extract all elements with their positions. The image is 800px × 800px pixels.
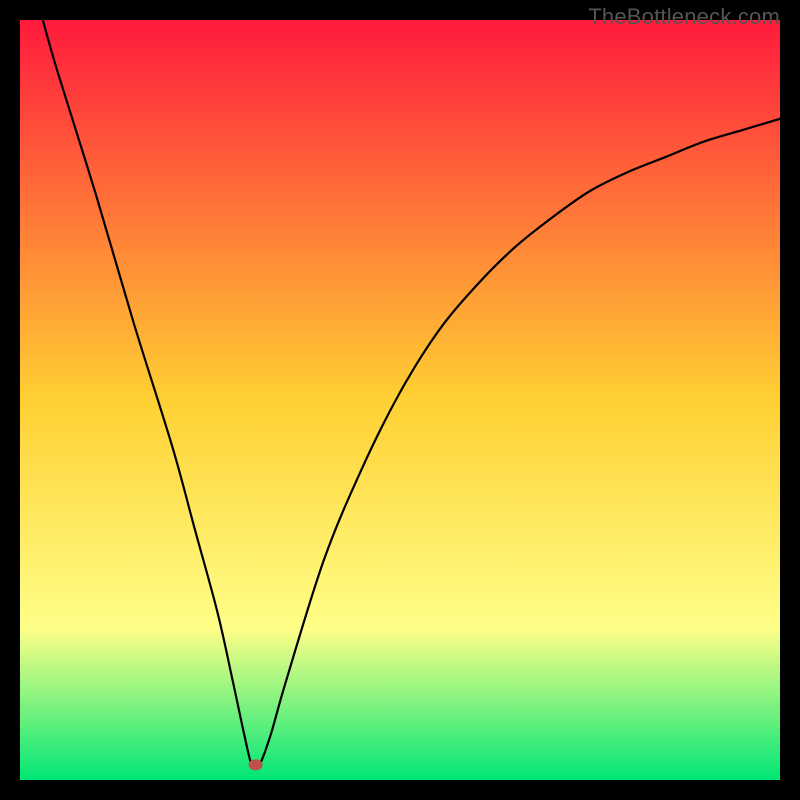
optimal-marker — [249, 759, 263, 770]
chart-frame: TheBottleneck.com — [0, 0, 800, 800]
plot-svg — [20, 20, 780, 780]
plot-area — [20, 20, 780, 780]
watermark-text: TheBottleneck.com — [588, 4, 780, 30]
gradient-background — [20, 20, 780, 780]
